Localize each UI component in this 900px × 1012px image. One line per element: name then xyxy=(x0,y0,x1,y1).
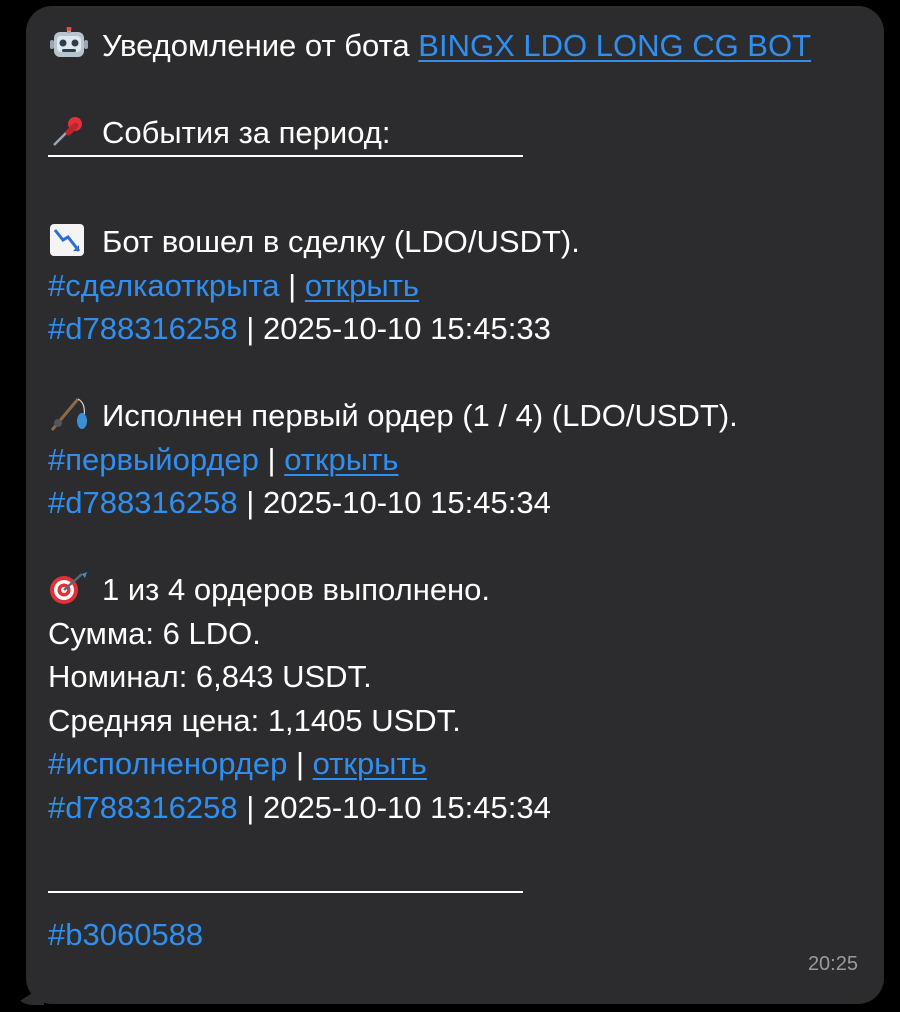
bot-name-link[interactable]: BINGX LDO LONG CG BOT xyxy=(418,28,811,63)
event-timestamp: 2025-10-10 15:45:34 xyxy=(262,485,551,520)
robot-icon xyxy=(50,27,88,57)
event-deal: #d788316258 | 2025-10-10 15:45:34 xyxy=(48,485,551,520)
open-link[interactable]: открыть xyxy=(284,442,398,477)
event-title: Исполнен первый ордер (1 / 4) (LDO/USDT)… xyxy=(48,394,864,438)
event-title: 1 из 4 ордеров выполнено. xyxy=(48,568,864,612)
nominal-text: Номинал: 6,843 USDT. xyxy=(48,659,372,694)
open-link[interactable]: открыть xyxy=(305,268,419,303)
event-timestamp: 2025-10-10 15:45:33 xyxy=(262,311,551,346)
open-link[interactable]: открыть xyxy=(313,746,427,781)
header-text: Уведомление от бота xyxy=(102,28,410,63)
event-deal: #d788316258 | 2025-10-10 15:45:33 xyxy=(48,311,551,346)
event-tags: #сделкаоткрыта | открыть xyxy=(48,267,420,303)
dart-target-icon xyxy=(50,572,87,604)
pushpin-icon xyxy=(53,117,82,146)
message-bubble: Уведомление от бота BINGX LDO LONG CG BO… xyxy=(26,6,884,1004)
hashtag-link[interactable]: #исполненордер xyxy=(48,746,287,781)
deal-hashtag-link[interactable]: #d788316258 xyxy=(48,311,238,346)
event-tags: #исполненордер | открыть xyxy=(48,746,427,781)
sum-text: Сумма: 6 LDO. xyxy=(48,615,261,651)
event-deal: #d788316258 | 2025-10-10 15:45:34 xyxy=(48,789,551,825)
hashtag-link[interactable]: #первыйордер xyxy=(48,442,259,477)
event-tags: #первыйордер | открыть xyxy=(48,441,399,477)
event-title: Бот вошел в сделку (LDO/USDT). xyxy=(48,220,864,264)
message-header: Уведомление от бота BINGX LDO LONG CG BO… xyxy=(48,24,864,68)
chart-decreasing-icon xyxy=(50,224,84,256)
message-time: 20:25 xyxy=(807,952,858,975)
message-content: Уведомление от бота BINGX LDO LONG CG BO… xyxy=(48,24,864,956)
deal-hashtag-link[interactable]: #d788316258 xyxy=(48,790,238,825)
bot-hashtag-link[interactable]: #b3060588 xyxy=(48,917,203,952)
fishing-pole-icon xyxy=(50,398,87,431)
hashtag-link[interactable]: #сделкаоткрыта xyxy=(48,268,280,303)
period-title: События за период: xyxy=(48,111,864,155)
bot-tag-line: #b3060588 xyxy=(48,913,864,957)
deal-hashtag-link[interactable]: #d788316258 xyxy=(48,485,238,520)
avg-price-text: Средняя цена: 1,1405 USDT. xyxy=(48,702,461,738)
event-timestamp: 2025-10-10 15:45:34 xyxy=(262,789,551,825)
